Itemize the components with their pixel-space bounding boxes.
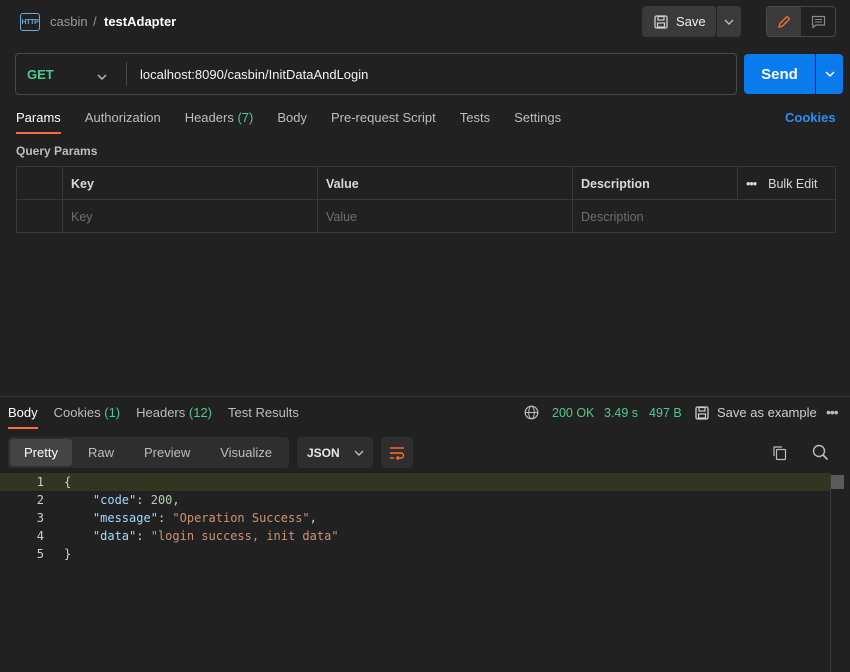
more-options-icon[interactable]: ••• [826,404,839,420]
cookies-link[interactable]: Cookies [785,110,836,125]
tab-settings[interactable]: Settings [514,110,561,134]
json-key: "code" [92,493,137,507]
format-label: JSON [307,445,340,460]
url-bar [15,53,737,95]
bulk-edit-area: ••• Bulk Edit [737,167,835,200]
copy-icon[interactable] [772,445,788,461]
pencil-icon [778,15,791,28]
method-select[interactable]: GET [27,67,54,82]
save-as-example-button[interactable]: Save as example [695,405,817,420]
chevron-down-icon [824,71,835,77]
line-number: 5 [36,547,44,561]
description-input[interactable]: Description [572,200,835,233]
tab-tests[interactable]: Tests [460,110,490,134]
tab-response-headers[interactable]: Headers (12) [136,405,212,429]
save-label: Save [676,14,706,29]
save-icon [695,405,709,420]
save-as-example-label: Save as example [717,405,817,420]
send-options-button[interactable] [816,54,843,94]
code-line: 1 { [0,473,830,491]
view-mode-group: Pretty Raw Preview Visualize [8,437,289,468]
tab-response-body[interactable]: Body [8,405,38,429]
column-header-key: Key [62,167,317,200]
save-button[interactable]: Save [642,6,716,37]
url-input[interactable]: localhost:8090/casbin/InitDataAndLogin [140,67,368,82]
view-visualize-button[interactable]: Visualize [206,439,286,466]
scrollbar-thumb[interactable] [831,475,844,489]
response-headers-count: (12) [188,405,213,420]
comment-icon [811,15,825,29]
response-size[interactable]: 497 B [649,406,682,420]
http-request-icon: HTTP [20,13,40,31]
cookies-count: (1) [104,405,121,420]
checkbox-column [17,167,62,200]
format-select[interactable]: JSON [297,437,373,468]
tab-response-cookies[interactable]: Cookies (1) [54,405,120,429]
tab-authorization[interactable]: Authorization [85,110,161,134]
view-pretty-button[interactable]: Pretty [10,439,72,466]
response-time[interactable]: 3.49 s [604,406,638,420]
code-line: 4 "data": "login success, init data" [0,527,830,545]
breadcrumb-collection[interactable]: casbin [50,14,88,29]
view-preview-button[interactable]: Preview [130,439,204,466]
comments-button[interactable] [801,7,835,36]
code-line: 2 "code": 200, [0,491,830,509]
tab-pre-request-script[interactable]: Pre-request Script [331,110,436,134]
wrap-lines-button[interactable] [381,437,413,468]
response-divider[interactable] [0,396,850,397]
status-code[interactable]: 200 OK [552,406,594,420]
request-tabs: Params Authorization Headers (7) Body Pr… [16,110,561,134]
response-tabs: Body Cookies (1) Headers (12) Test Resul… [8,405,299,429]
key-input[interactable]: Key [62,200,317,233]
code-text: } [64,547,72,561]
row-checkbox [17,200,62,233]
breadcrumb-separator: / [93,14,97,29]
save-icon [654,14,668,29]
json-value: "Operation Success" [172,511,310,525]
save-options-button[interactable] [717,6,741,37]
column-header-description: Description [572,167,737,200]
method-chevron-down-icon[interactable] [97,68,107,83]
send-button[interactable]: Send [744,54,815,94]
query-params-title: Query Params [16,144,98,158]
tab-params[interactable]: Params [16,110,61,134]
params-table: Key Value Description ••• Bulk Edit Key … [16,166,836,233]
response-body-editor[interactable]: 1 { 2 "code": 200, 3 "message": "Operati… [0,473,830,563]
json-key: "data" [92,529,137,543]
line-number: 2 [36,493,44,507]
chevron-down-icon [724,19,734,25]
bulk-edit-button[interactable]: Bulk Edit [768,177,817,191]
table-row: Key Value Description [17,200,835,233]
tab-test-results[interactable]: Test Results [228,405,299,429]
code-line: 3 "message": "Operation Success", [0,509,830,527]
line-number: 4 [36,529,44,543]
json-value: "login success, init data" [150,529,339,543]
url-divider [126,62,127,86]
code-line: 5 } [0,545,830,563]
more-options-icon[interactable]: ••• [746,177,757,191]
view-raw-button[interactable]: Raw [74,439,128,466]
line-number: 1 [36,475,44,489]
search-icon[interactable] [812,444,829,461]
editor-scrollbar[interactable] [830,473,844,672]
table-header-row: Key Value Description ••• Bulk Edit [17,167,835,200]
headers-count: (7) [237,110,254,125]
tab-headers[interactable]: Headers (7) [185,110,254,134]
value-input[interactable]: Value [317,200,572,233]
request-name[interactable]: testAdapter [104,14,176,29]
edit-mode-button[interactable] [767,7,801,36]
mode-toggle [766,6,836,37]
json-value: 200 [150,493,173,507]
column-header-value: Value [317,167,572,200]
globe-icon[interactable] [524,405,539,420]
chevron-down-icon [354,450,364,456]
line-number: 3 [36,511,44,525]
wrap-lines-icon [390,446,405,460]
json-key: "message" [92,511,158,525]
tab-body[interactable]: Body [277,110,307,134]
code-text: { [64,475,72,489]
